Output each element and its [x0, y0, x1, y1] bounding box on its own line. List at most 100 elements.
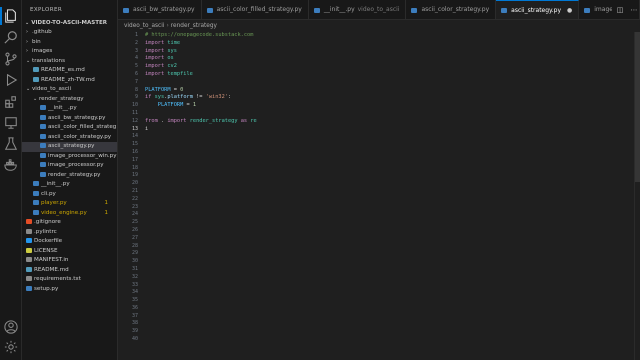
editor-scrollbar[interactable]: [634, 32, 640, 360]
docker-icon[interactable]: [4, 158, 18, 172]
code-token: platform: [167, 94, 193, 101]
cfg-file-icon: [26, 257, 32, 262]
tree-file[interactable]: LICENSE: [22, 247, 117, 257]
editor-tab[interactable]: ascii_color_filled_strategy.py: [201, 0, 309, 19]
tree-item-label: render_strategy: [39, 95, 84, 102]
code-token: render_strategy: [189, 117, 238, 124]
tree-folder[interactable]: › images: [22, 47, 117, 57]
code-token: os: [167, 55, 174, 62]
explorer-title: EXPLORER: [30, 7, 63, 13]
tree-item-label: render_strategy.py: [48, 171, 101, 178]
tree-file[interactable]: setup.py: [22, 285, 117, 295]
editor-tab[interactable]: ascii_color_strategy.py: [406, 0, 497, 19]
activity-bar: [0, 0, 22, 360]
editor-tab[interactable]: __init__.py video_to_ascii: [308, 0, 407, 19]
breadcrumb-item[interactable]: render_strategy: [171, 23, 217, 29]
tree-file[interactable]: README_es.md: [22, 66, 117, 76]
code-token: import: [145, 39, 165, 46]
code-token: sys: [167, 47, 177, 54]
code-line: # https://onepagecode.substack.com: [145, 32, 257, 40]
py-file-icon: [40, 143, 46, 148]
problem-count-badge: 1: [104, 209, 109, 216]
run-debug-icon[interactable]: [4, 73, 18, 87]
breadcrumb: video_to_ascii › render_strategy: [118, 20, 640, 32]
tab-description: video_to_ascii: [357, 6, 400, 13]
tree-file[interactable]: requirements.txt: [22, 275, 117, 285]
editor-tab[interactable]: ascii_bw_strategy.py: [118, 0, 202, 19]
tree-file[interactable]: ascii_color_strategy.py: [22, 133, 117, 143]
tree-file[interactable]: __init__.py: [22, 180, 117, 190]
editor-tabs: ascii_bw_strategy.py ascii_color_filled_s…: [118, 0, 640, 20]
editor-tab[interactable]: ascii_strategy.py ●: [496, 0, 580, 20]
tree-folder[interactable]: ⌄ video_to_ascii: [22, 85, 117, 95]
tree-file[interactable]: Dockerfile: [22, 237, 117, 247]
remote-explorer-icon[interactable]: [4, 116, 18, 130]
tree-file[interactable]: .gitignore: [22, 218, 117, 228]
txt-file-icon: [26, 276, 32, 281]
code-content[interactable]: # https://onepagecode.substack.com import…: [145, 32, 257, 133]
code-token: re: [250, 117, 257, 124]
line-number: 10: [131, 102, 138, 109]
tree-folder[interactable]: › bin: [22, 38, 117, 48]
python-file-icon: [501, 8, 508, 13]
code-token: :: [227, 94, 232, 101]
tree-file[interactable]: README_zh-TW.md: [22, 76, 117, 86]
testing-icon[interactable]: [4, 137, 18, 151]
account-icon[interactable]: [4, 320, 18, 334]
line-number: 4: [134, 55, 138, 62]
tree-file[interactable]: ascii_strategy.py: [22, 142, 117, 152]
more-actions-icon[interactable]: ⋯: [630, 6, 638, 14]
tree-file[interactable]: .pylintrc: [22, 228, 117, 238]
tree-file[interactable]: README.md: [22, 266, 117, 276]
breadcrumb-item[interactable]: video_to_ascii: [124, 23, 164, 29]
extensions-icon[interactable]: [4, 95, 18, 109]
unsaved-dot-icon[interactable]: ●: [567, 1, 572, 20]
tree-file[interactable]: render_strategy.py: [22, 171, 117, 181]
code-token: PLATFORM: [145, 86, 171, 93]
tree-file[interactable]: image_processor_win.py: [22, 152, 117, 162]
tree-item-label: __init__.py: [41, 181, 70, 187]
tree-item-label: requirements.txt: [34, 276, 81, 282]
split-editor-icon[interactable]: ◫: [616, 6, 624, 14]
tree-file[interactable]: ascii_bw_strategy.py: [22, 114, 117, 124]
line-number: 14: [131, 133, 138, 140]
workspace-root[interactable]: ⌄ VIDEO-TO-ASCII-MASTER: [22, 18, 117, 28]
tree-file[interactable]: __init__.py: [22, 104, 117, 114]
tree-folder[interactable]: › .github: [22, 28, 117, 38]
py-file-icon: [26, 285, 32, 291]
files-icon[interactable]: [0, 7, 18, 25]
tree-file[interactable]: player.py 1: [22, 199, 117, 209]
py-file-icon: [40, 133, 46, 139]
line-number-gutter: 1 2 3 4 5 6 7 8 9 10 11 12 13 14 15 16 17 18 19 20 21 22 23 24 2…: [118, 32, 138, 344]
tree-folder[interactable]: ⌄ translations: [22, 57, 117, 67]
line-number: 31: [131, 265, 138, 272]
code-token: i: [145, 125, 149, 132]
md-file-icon: [33, 67, 39, 72]
tree-file[interactable]: cli.py: [22, 190, 117, 200]
tree-file[interactable]: MANIFEST.in: [22, 256, 117, 266]
code-editor[interactable]: 1 2 3 4 5 6 7 8 9 10 11 12 13 14 15 16 17 18 19 20 21 22 23 24 2…: [118, 32, 640, 360]
py-file-icon: [40, 124, 46, 129]
code-line: import sys: [145, 48, 257, 56]
tree-item-label: MANIFEST.in: [34, 257, 69, 263]
settings-gear-icon[interactable]: [4, 340, 18, 354]
tree-file[interactable]: video_engine.py 1: [22, 209, 117, 219]
tree-file[interactable]: image_processor.py: [22, 161, 117, 171]
code-token: !=: [192, 94, 206, 101]
tree-item-label: README.md: [34, 266, 69, 273]
code-line: PLATFORM = 1: [145, 102, 257, 110]
source-control-icon[interactable]: [4, 52, 18, 66]
tree-file[interactable]: ascii_color_filled_strateg...: [22, 123, 117, 133]
line-number: 37: [131, 312, 138, 319]
line-number: 2: [134, 39, 138, 46]
tree-item-label: image_processor_win.py: [48, 152, 117, 159]
tree-item-label: .pylintrc: [34, 228, 57, 235]
search-icon[interactable]: [4, 30, 18, 44]
tree-item-label: LICENSE: [34, 247, 58, 254]
line-number: 9: [134, 94, 138, 101]
scrollbar-thumb[interactable]: [635, 32, 640, 182]
file-tree: › .github › bin › images ⌄ translations README_e…: [22, 28, 117, 294]
tree-folder[interactable]: ⌄ render_strategy: [22, 95, 117, 105]
python-file-icon: [411, 7, 418, 13]
